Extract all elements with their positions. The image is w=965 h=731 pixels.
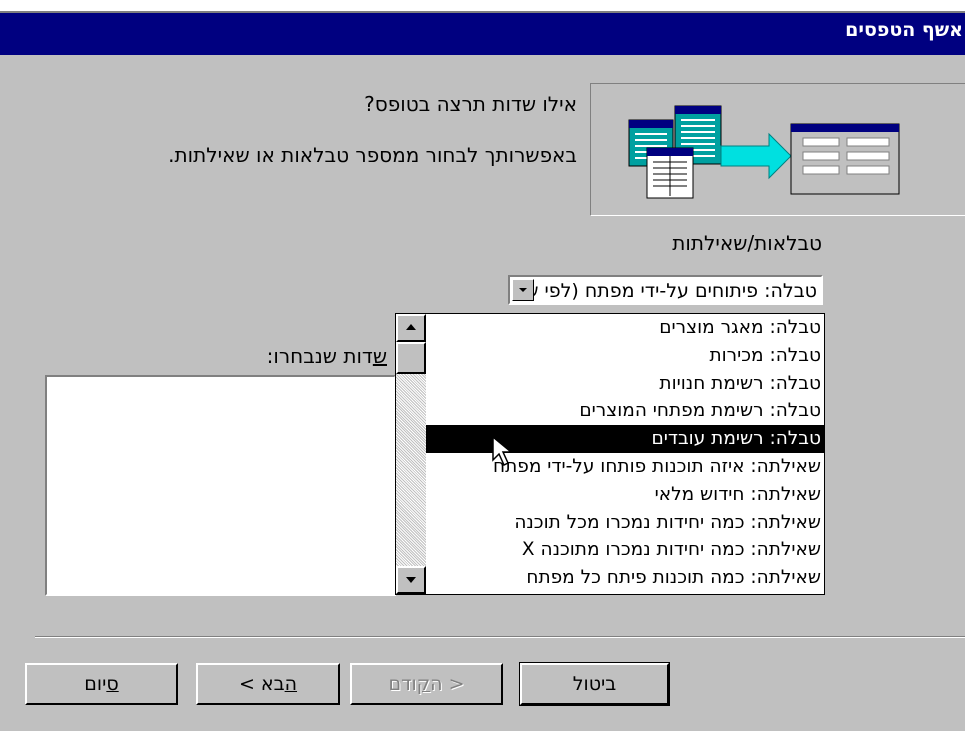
back-button[interactable]: < הקודם	[350, 663, 503, 705]
dropdown-option[interactable]: שאילתה: כמה תוכנות פיתח כל מפתח	[426, 564, 824, 592]
next-button[interactable]: הבא >	[196, 663, 340, 705]
dropdown-option[interactable]: שאילתה: כמה יחידות נמכרו מתוכנה X	[426, 536, 824, 564]
multi-source-hint: באפשרותך לבחור ממספר טבלאות או שאילתות.	[168, 143, 577, 167]
cancel-button[interactable]: ביטול	[519, 662, 670, 706]
tables-queries-dropdown[interactable]: טבלה: מאגר מוצרים טבלה: מכירות טבלה: רשי…	[395, 313, 825, 595]
selected-fields-list[interactable]	[45, 375, 396, 596]
dropdown-option[interactable]: טבלה: מכירות	[426, 342, 824, 370]
mouse-pointer-icon	[492, 436, 514, 467]
chevron-down-icon	[519, 288, 527, 292]
arrow-up-icon	[406, 324, 416, 330]
combo-dropdown-button[interactable]	[512, 279, 534, 301]
wizard-illustration	[590, 83, 965, 216]
scroll-thumb[interactable]	[396, 342, 426, 374]
scroll-up-button[interactable]	[396, 314, 426, 342]
back-label: < הקודם	[388, 673, 465, 695]
dropdown-scrollbar[interactable]	[396, 314, 426, 594]
dropdown-option[interactable]: טבלה: מאגר מוצרים	[426, 314, 824, 342]
dropdown-option[interactable]: טבלה: רשימת חנויות	[426, 370, 824, 398]
scroll-down-button[interactable]	[396, 566, 426, 594]
dropdown-options: טבלה: מאגר מוצרים טבלה: מכירות טבלה: רשי…	[426, 314, 824, 594]
dropdown-option-highlighted[interactable]: טבלה: רשימת עובדים	[426, 425, 824, 453]
footer-divider-highlight	[35, 637, 965, 638]
combo-selected-value: טבלה: פיתוחים על-ידי מפתח (לפי שם	[512, 280, 817, 302]
tables-to-form-icon	[628, 105, 900, 199]
dropdown-option[interactable]: טבלה: רשימת מפתחי המוצרים	[426, 397, 824, 425]
title-bar: אשף הטפסים	[0, 13, 965, 55]
finish-label: סיום	[84, 673, 119, 695]
window-title: אשף הטפסים	[845, 19, 963, 41]
fields-question: אילו שדות תרצה בטופס?	[364, 92, 577, 116]
dropdown-option[interactable]: שאילתה: כמה יחידות נמכרו מכל תוכנה	[426, 509, 824, 537]
next-label: הבא >	[238, 673, 298, 695]
dropdown-option[interactable]: שאילתה: חידוש מלאי	[426, 481, 824, 509]
arrow-down-icon	[406, 577, 416, 583]
tables-queries-combo[interactable]: טבלה: פיתוחים על-ידי מפתח (לפי שם	[508, 275, 823, 305]
finish-button[interactable]: סיום	[25, 663, 178, 705]
dropdown-option[interactable]: שאילתה: איזה תוכנות פותחו על-ידי מפתח	[426, 453, 824, 481]
tables-queries-label: טבלאות/שאילתות	[672, 231, 822, 255]
selected-fields-label: שדות שנבחרו:	[266, 344, 387, 368]
